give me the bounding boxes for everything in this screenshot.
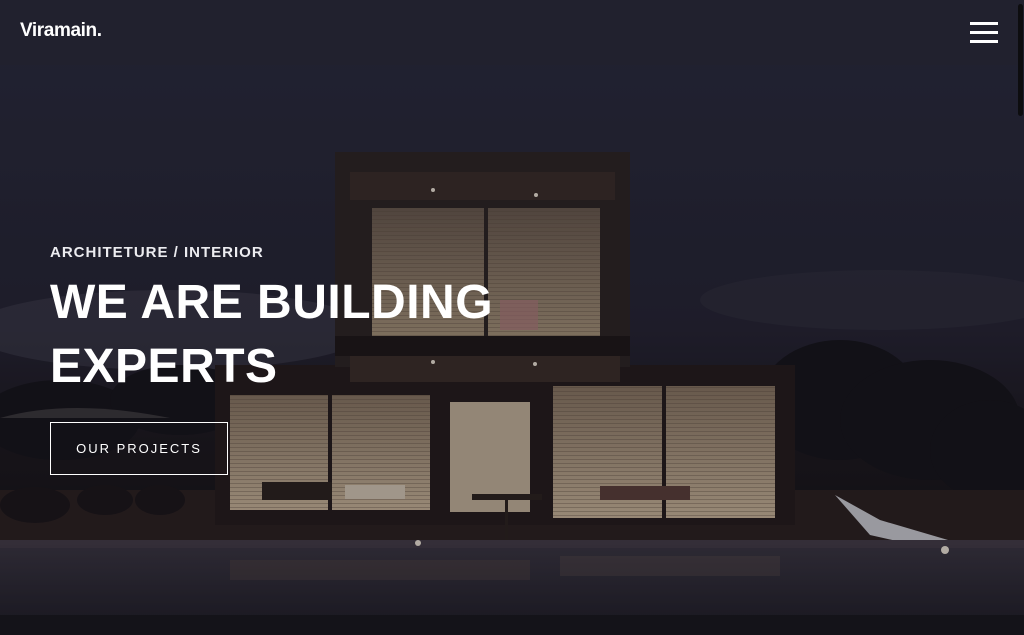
hero-headline: WE ARE BUILDING EXPERTS <box>50 271 493 399</box>
site-logo[interactable]: Viramain. <box>20 20 102 42</box>
hamburger-menu-icon[interactable] <box>966 19 1002 47</box>
menu-bar <box>970 31 998 34</box>
top-navbar: Viramain. <box>0 0 1024 65</box>
scrollbar-thumb[interactable] <box>1018 4 1023 116</box>
hero-headline-line: EXPERTS <box>50 340 278 393</box>
menu-bar <box>970 40 998 43</box>
hero-headline-line: WE ARE BUILDING <box>50 276 494 329</box>
our-projects-button[interactable]: OUR PROJECTS <box>50 422 228 475</box>
hero-eyebrow: ARCHITETURE / INTERIOR <box>50 244 264 261</box>
menu-bar <box>970 22 998 25</box>
